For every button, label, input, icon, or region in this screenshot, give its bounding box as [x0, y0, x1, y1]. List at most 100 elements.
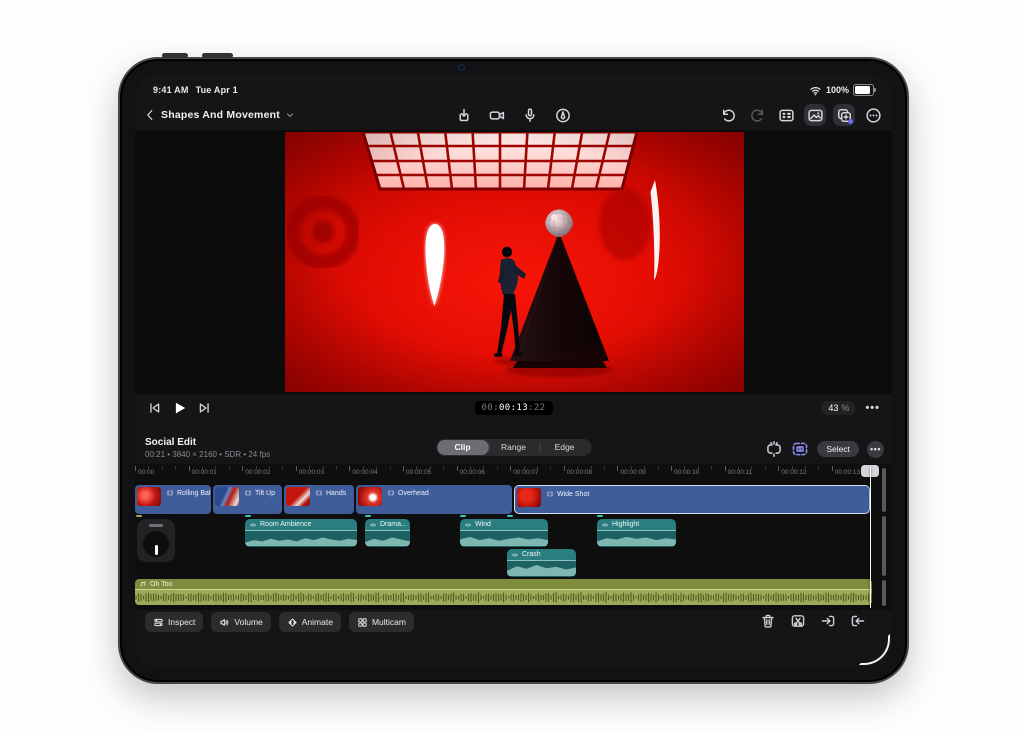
- timeline-scrollbar-segment[interactable]: [882, 516, 886, 576]
- audio-clip-crash[interactable]: Crash: [507, 549, 576, 577]
- video-clip-wide-shot[interactable]: Wide Shot: [514, 485, 870, 514]
- inspect-button[interactable]: Inspect: [145, 612, 203, 632]
- project-title[interactable]: Shapes And Movement: [161, 109, 280, 121]
- ruler-label: 00:00:08: [567, 469, 592, 476]
- clip-name: Wind: [475, 521, 491, 528]
- ruler-minor-tick: [470, 466, 471, 469]
- clip-name: Tilt Up: [255, 490, 275, 497]
- skip-forward-button[interactable]: [197, 397, 212, 419]
- timeline-scrollbar-segment[interactable]: [882, 580, 886, 606]
- timeline-more-button[interactable]: •••: [867, 441, 884, 458]
- timeline[interactable]: 00:0000:00:0100:00:0200:00:0300:00:0400:…: [135, 464, 892, 610]
- ruler-tick: [778, 466, 779, 471]
- insert-icon[interactable]: [820, 613, 836, 629]
- ruler-minor-tick: [229, 466, 230, 469]
- volume-button-1: [162, 53, 188, 58]
- volume-button[interactable]: Volume: [211, 612, 270, 632]
- zoom-level-control[interactable]: 43%: [822, 401, 855, 415]
- front-camera: [459, 65, 464, 70]
- detach-clip-icon[interactable]: [765, 438, 783, 460]
- ruler-minor-tick: [805, 466, 806, 469]
- ruler-minor-tick: [738, 466, 739, 469]
- video-preview-frame[interactable]: [285, 132, 744, 392]
- connection-tick: [507, 515, 513, 517]
- more-icon[interactable]: [862, 104, 884, 126]
- ruler-label: 00:00:03: [299, 469, 324, 476]
- timecode-hours: 00:: [481, 403, 498, 413]
- ruler-tick: [510, 466, 511, 471]
- keyframe-icon: [287, 617, 298, 628]
- clip-name: Overhead: [398, 490, 429, 497]
- music-track[interactable]: Oh Too: [135, 579, 872, 605]
- film-icon: [244, 489, 252, 497]
- audio-clip-highlight[interactable]: Highlight: [597, 519, 676, 547]
- app-screen: 9:41 AM Tue Apr 1 100% Shapes And Moveme…: [135, 74, 892, 667]
- video-clip-hands[interactable]: Hands: [284, 485, 354, 514]
- viewer-more-button[interactable]: •••: [865, 402, 880, 414]
- clip-thumbnail: [517, 488, 541, 507]
- ruler-tick: [617, 466, 618, 471]
- timeline-project-title: Social Edit: [145, 437, 270, 448]
- ruler-minor-tick: [631, 466, 632, 469]
- ruler-tick: [671, 466, 672, 471]
- blade-icon[interactable]: [790, 613, 806, 629]
- ruler-label: 00:00:11: [728, 469, 753, 476]
- audio-clip-room-ambience[interactable]: Room Ambience: [245, 519, 357, 547]
- playhead[interactable]: [870, 466, 872, 608]
- audio-waveform: [365, 531, 410, 546]
- multicam-button[interactable]: Multicam: [349, 612, 414, 632]
- timeline-scrollbar-segment[interactable]: [882, 468, 886, 512]
- animate-button[interactable]: Animate: [279, 612, 341, 632]
- ruler-minor-tick: [175, 466, 176, 469]
- play-button[interactable]: [171, 397, 188, 419]
- timecode-main: 00:13: [499, 403, 528, 413]
- audio-jog-dial[interactable]: [137, 519, 175, 562]
- undo-icon[interactable]: [717, 104, 739, 126]
- video-clip-overhead[interactable]: Overhead: [356, 485, 512, 514]
- append-icon[interactable]: [850, 613, 866, 629]
- audio-waveform: [460, 531, 548, 546]
- segment-clip[interactable]: Clip: [437, 440, 488, 455]
- layout-grid-icon[interactable]: [775, 104, 797, 126]
- paste-clip-icon[interactable]: [833, 104, 855, 126]
- segment-range[interactable]: Range: [488, 440, 539, 455]
- segment-edge[interactable]: Edge: [539, 440, 590, 455]
- ruler-label: 00:00:05: [406, 469, 431, 476]
- ruler-minor-tick: [751, 466, 752, 469]
- redo-icon[interactable]: [746, 104, 768, 126]
- transport-bar: 00:00:13:22 43% •••: [135, 394, 892, 422]
- ruler-minor-tick: [577, 466, 578, 469]
- timeline-ruler[interactable]: 00:0000:00:0100:00:0200:00:0300:00:0400:…: [135, 464, 875, 480]
- audio-levels-icon: [464, 521, 472, 529]
- media-browser-icon[interactable]: [804, 104, 826, 126]
- select-button[interactable]: Select: [817, 441, 859, 457]
- ruler-minor-tick: [215, 466, 216, 469]
- inspector-icon: [153, 617, 164, 628]
- ruler-minor-tick: [818, 466, 819, 469]
- title-chevron-down-icon[interactable]: [284, 104, 296, 126]
- ruler-label: 00:00:13: [835, 469, 860, 476]
- wifi-icon: [809, 84, 822, 97]
- audio-clip-drama-[interactable]: Drama...: [365, 519, 410, 547]
- background-clip-icon[interactable]: [791, 438, 809, 460]
- video-clip-rolling-ball[interactable]: Rolling Ball: [135, 485, 211, 514]
- status-time: 9:41 AM: [153, 85, 189, 95]
- clip-name: Crash: [522, 551, 541, 558]
- trash-icon[interactable]: [760, 613, 776, 629]
- ruler-minor-tick: [658, 466, 659, 469]
- back-button[interactable]: [143, 104, 157, 126]
- ruler-tick: [457, 466, 458, 471]
- ruler-minor-tick: [684, 466, 685, 469]
- import-icon[interactable]: [453, 104, 475, 126]
- camera-icon[interactable]: [486, 104, 508, 126]
- ruler-minor-tick: [604, 466, 605, 469]
- skip-back-button[interactable]: [147, 397, 162, 419]
- connection-tick: [597, 515, 603, 517]
- ruler-label: 00:00:09: [620, 469, 645, 476]
- audio-clip-wind[interactable]: Wind: [460, 519, 548, 547]
- ruler-minor-tick: [497, 466, 498, 469]
- pencil-icon[interactable]: [552, 104, 574, 126]
- timecode-display: 00:00:13:22: [474, 401, 552, 415]
- video-clip-tilt-up[interactable]: Tilt Up: [213, 485, 282, 514]
- microphone-icon[interactable]: [519, 104, 541, 126]
